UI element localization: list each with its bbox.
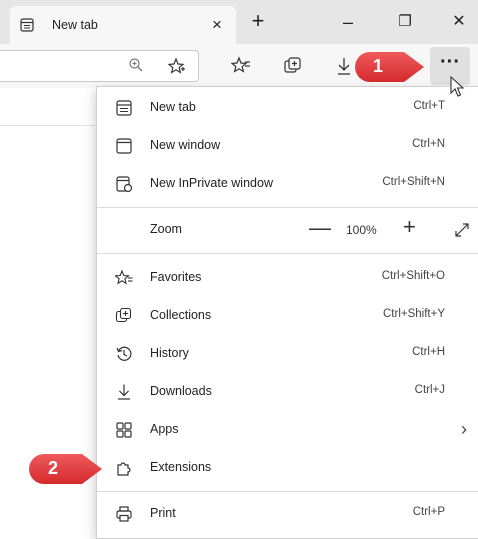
favorites-icon[interactable] <box>231 56 251 76</box>
menu-item-shortcut: Ctrl+Shift+N <box>382 176 445 188</box>
menu-item-shortcut: Ctrl+J <box>414 384 445 396</box>
browser-tab[interactable]: New tab × <box>10 6 236 44</box>
add-favorite-icon[interactable] <box>168 57 186 75</box>
tab-title: New tab <box>52 18 98 32</box>
menu-item-print[interactable]: Print Ctrl+P <box>97 495 478 533</box>
divider <box>0 125 95 126</box>
zoom-label: Zoom <box>150 222 182 236</box>
mouse-pointer-icon <box>450 76 465 97</box>
menu-item-label: History <box>150 346 189 360</box>
menu-item-shortcut: Ctrl+N <box>412 138 445 150</box>
address-bar[interactable] <box>0 50 199 82</box>
collections-icon[interactable] <box>283 56 303 76</box>
menu-item-shortcut: Ctrl+Shift+O <box>381 270 445 282</box>
extensions-icon <box>117 462 131 476</box>
zoom-indicator-icon[interactable] <box>128 57 144 73</box>
fullscreen-icon[interactable] <box>453 221 471 239</box>
minimize-button[interactable]: – <box>333 10 363 34</box>
new-window-icon <box>116 138 132 154</box>
menu-item-shortcut: Ctrl+T <box>413 100 445 112</box>
menu-item-label: Favorites <box>150 270 202 284</box>
downloads-icon <box>118 384 130 400</box>
callout-number: 2 <box>48 458 59 478</box>
menu-item-favorites[interactable]: Favorites Ctrl+Shift+O <box>97 259 478 297</box>
restore-button[interactable]: ❐ <box>390 10 420 34</box>
menu-item-label: New window <box>150 138 221 152</box>
inprivate-icon <box>116 176 133 193</box>
tab-close-button[interactable]: × <box>206 14 228 36</box>
callout-badge-1: 1 <box>354 50 426 84</box>
menu-item-zoom: Zoom — 100% + <box>97 211 478 249</box>
zoom-level: 100% <box>346 223 377 237</box>
menu-item-shortcut: Ctrl+Shift+Y <box>383 308 445 320</box>
menu-item-shortcut: Ctrl+H <box>412 346 445 358</box>
menu-item-label: Collections <box>150 308 212 322</box>
menu-item-downloads[interactable]: Downloads Ctrl+J <box>97 373 478 411</box>
zoom-out-button[interactable]: — <box>309 215 331 241</box>
chevron-right-icon: › <box>461 419 467 439</box>
menu-item-label: Downloads <box>150 384 212 398</box>
menu-item-shortcut: Ctrl+P <box>412 506 445 518</box>
menu-item-new-tab[interactable]: New tab Ctrl+T <box>97 89 478 127</box>
new-tab-icon <box>116 100 132 116</box>
menu-divider <box>97 253 478 254</box>
menu-item-label: New tab <box>150 100 196 114</box>
menu-item-label: Extensions <box>150 460 212 474</box>
menu-item-new-window[interactable]: New window Ctrl+N <box>97 127 478 165</box>
menu-item-history[interactable]: History Ctrl+H <box>97 335 478 373</box>
menu-item-extensions[interactable]: Extensions <box>97 449 478 487</box>
menu-divider <box>97 207 478 208</box>
menu-item-label: New InPrivate window <box>150 176 273 190</box>
callout-badge-2: 2 <box>28 452 104 486</box>
title-bar: New tab × + – ❐ ✕ <box>0 0 478 44</box>
callout-number: 1 <box>373 56 384 76</box>
zoom-in-button[interactable]: + <box>403 214 416 240</box>
settings-menu: New tab Ctrl+T New window Ctrl+N New InP… <box>96 86 478 539</box>
collections-icon <box>115 307 132 323</box>
menu-item-new-inprivate-window[interactable]: New InPrivate window Ctrl+Shift+N <box>97 165 478 203</box>
menu-item-label: Print <box>150 506 176 520</box>
new-tab-button[interactable]: + <box>246 10 270 34</box>
print-icon <box>116 506 132 522</box>
new-tab-page-icon <box>20 18 34 32</box>
menu-item-collections[interactable]: Collections Ctrl+Shift+Y <box>97 297 478 335</box>
menu-item-label: Apps <box>150 422 179 436</box>
callout-arrow-shape <box>355 52 424 82</box>
downloads-icon[interactable] <box>335 56 355 76</box>
favorites-icon <box>115 269 133 285</box>
menu-divider <box>97 491 478 492</box>
history-icon <box>116 346 132 361</box>
apps-icon <box>116 422 132 438</box>
close-window-button[interactable]: ✕ <box>444 10 474 34</box>
menu-item-apps[interactable]: Apps › <box>97 411 478 449</box>
callout-arrow-shape <box>29 454 102 484</box>
